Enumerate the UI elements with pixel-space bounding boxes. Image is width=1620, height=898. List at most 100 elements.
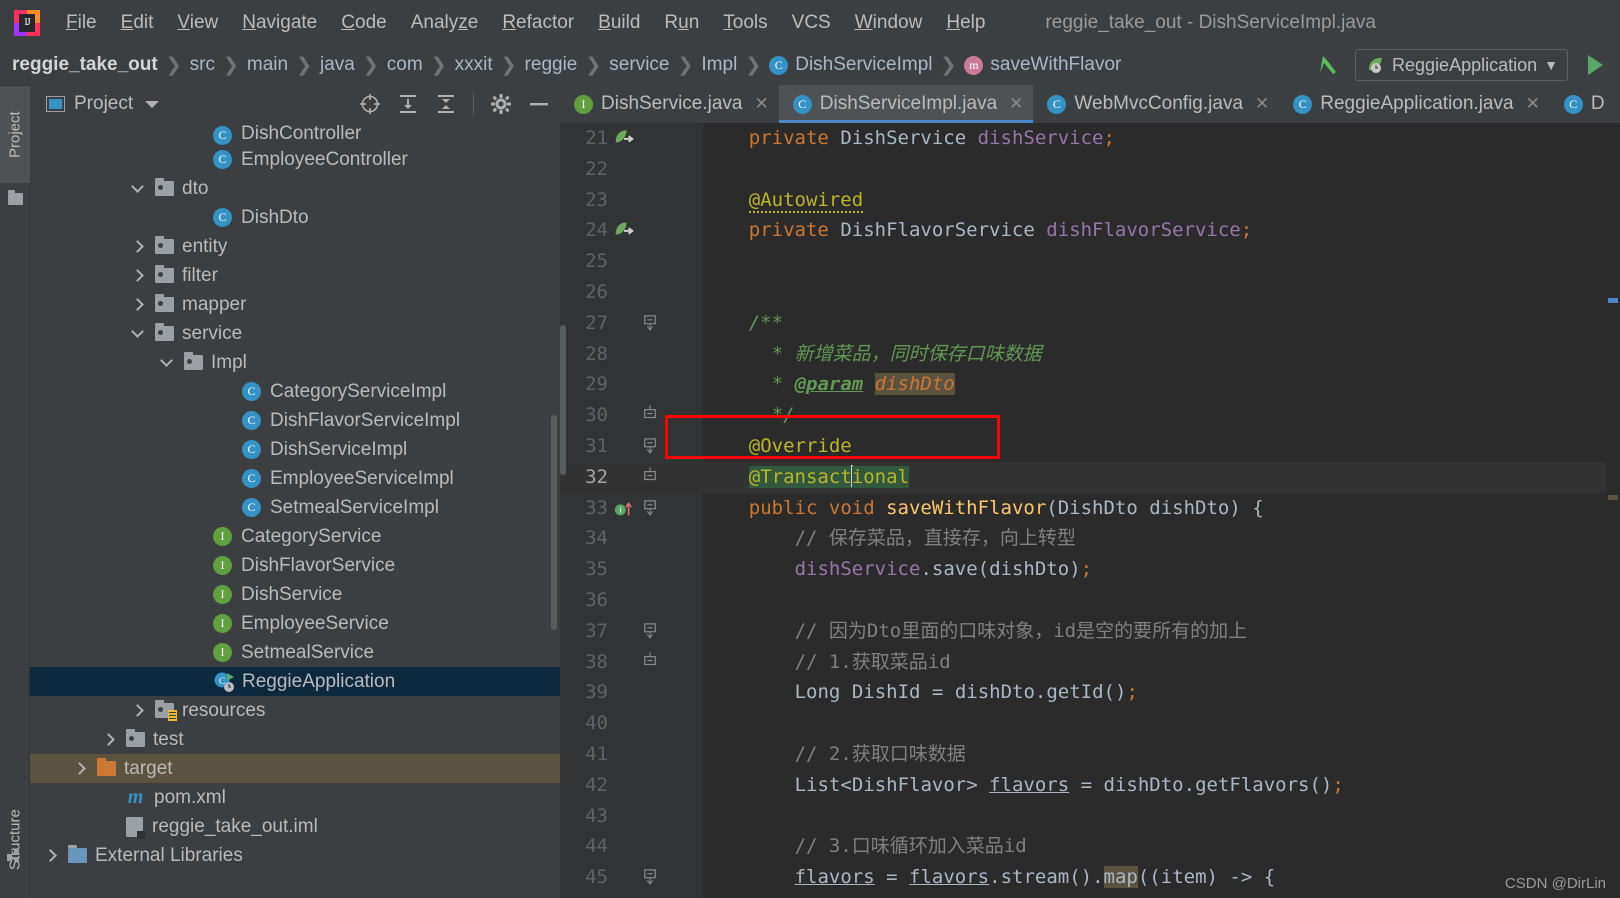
spring-bean-icon[interactable] [612,215,636,246]
tree-item-dishflavorservice[interactable]: I DishFlavorService [30,551,560,580]
tree-item-resources[interactable]: resources [30,696,560,725]
tree-item-setmealservice[interactable]: I SetmealService [30,638,560,667]
breadcrumb-item-reggie[interactable]: reggie [525,54,578,76]
code-line[interactable]: 35 dishService.save(dishDto); [560,554,1620,585]
tree-item-dishflavorserviceimpl[interactable]: C DishFlavorServiceImpl [30,406,560,435]
breadcrumb-root[interactable]: reggie_take_out [12,54,158,76]
tree-item-dto[interactable]: dto [30,174,560,203]
code-line[interactable]: 31 @Override [560,431,1620,462]
code-editor[interactable]: 21 private DishService dishService; 22 23 @A… [560,123,1620,898]
close-icon[interactable]: ✕ [1255,94,1269,114]
editor-tab-d[interactable]: CD [1550,85,1615,123]
breadcrumb-item-java[interactable]: java [320,54,355,76]
menu-code[interactable]: Code [329,9,398,37]
toolwindow-button-structure[interactable]: Structure [0,785,30,895]
code-line[interactable]: 40 [560,708,1620,739]
code-line[interactable]: 24 private DishFlavorService dishFlavorSe… [560,215,1620,246]
tree-item-service[interactable]: service [30,319,560,348]
project-tree-scrollbar[interactable] [551,415,557,630]
breadcrumb-item-impl[interactable]: Impl [701,54,737,76]
tree-item-categoryservice[interactable]: I CategoryService [30,522,560,551]
menu-refactor[interactable]: Refactor [490,9,586,37]
chevron-right-icon[interactable] [131,240,145,254]
chevron-down-icon[interactable] [145,100,160,108]
fold-end-icon[interactable] [640,647,660,678]
code-line[interactable]: 25 [560,246,1620,277]
code-line[interactable]: 26 [560,277,1620,308]
editor-tab-reggieapplication-java[interactable]: C ReggieApplication.java ✕ [1279,85,1550,123]
menu-analyze[interactable]: Analyze [399,9,491,37]
breadcrumb-item-com[interactable]: com [387,54,423,76]
breadcrumb-item-main[interactable]: main [247,54,288,76]
expand-all-icon[interactable] [397,93,419,115]
code-line[interactable]: 30 */ [560,400,1620,431]
code-line[interactable]: 22 [560,154,1620,185]
collapse-all-icon[interactable] [435,93,457,115]
breadcrumb-item-src[interactable]: src [190,54,215,76]
fold-start-icon[interactable] [640,431,660,462]
tree-item-mapper[interactable]: mapper [30,290,560,319]
build-hammer-icon[interactable] [1313,50,1343,80]
code-line[interactable]: 32 @Transactional [560,461,1620,493]
code-line[interactable]: 28 * 新增菜品，同时保存口味数据 [560,339,1620,370]
code-line[interactable]: 23 @Autowired [560,185,1620,216]
chevron-down-icon[interactable] [160,356,174,370]
tree-item-dishcontroller[interactable]: C DishController [30,123,560,145]
fold-start-icon[interactable] [640,862,660,893]
menu-window[interactable]: Window [843,9,935,37]
tree-item-categoryserviceimpl[interactable]: C CategoryServiceImpl [30,377,560,406]
tree-item-dishservice[interactable]: I DishService [30,580,560,609]
tree-item-target[interactable]: target [30,754,560,783]
tree-item-employeecontroller[interactable]: C EmployeeController [30,145,560,174]
menu-navigate[interactable]: Navigate [230,9,329,37]
fold-end-icon[interactable] [640,400,660,431]
breadcrumb-item-xxxit[interactable]: xxxit [455,54,493,76]
tree-item-impl[interactable]: Impl [30,348,560,377]
chevron-right-icon[interactable] [131,704,145,718]
chevron-right-icon[interactable] [44,849,58,863]
code-line[interactable]: 37 // 因为Dto里面的口味对象，id是空的要所有的加上 [560,616,1620,647]
chevron-right-icon[interactable] [102,733,116,747]
chevron-down-icon[interactable] [131,182,145,196]
code-line[interactable]: 36 [560,585,1620,616]
code-line[interactable]: 29 * @param dishDto [560,369,1620,400]
tree-item-dishdto[interactable]: C DishDto [30,203,560,232]
menu-build[interactable]: Build [586,9,652,37]
chevron-down-icon[interactable]: ▼ [1544,57,1558,73]
code-line[interactable]: 42 List<DishFlavor> flavors = dishDto.get… [560,770,1620,801]
menu-view[interactable]: View [165,9,230,37]
tree-item-employeeserviceimpl[interactable]: C EmployeeServiceImpl [30,464,560,493]
chevron-right-icon[interactable] [131,269,145,283]
run-configuration-selector[interactable]: ReggieApplication ▼ [1355,49,1568,81]
code-line[interactable]: 34 // 保存菜品，直接存，向上转型 [560,523,1620,554]
toolwindow-button-project[interactable]: Project [0,85,30,183]
spring-bean-icon[interactable] [612,123,636,154]
breadcrumb-item-savewithflavor[interactable]: m saveWithFlavor [964,54,1121,76]
tree-item-setmealserviceimpl[interactable]: C SetmealServiceImpl [30,493,560,522]
chevron-down-icon[interactable] [131,327,145,341]
menu-tools[interactable]: Tools [711,9,779,37]
tree-item-entity[interactable]: entity [30,232,560,261]
chevron-right-icon[interactable] [73,762,87,776]
code-line[interactable]: 41 // 2.获取口味数据 [560,739,1620,770]
menu-help[interactable]: Help [934,9,997,37]
override-impl-icon[interactable]: I [612,493,636,524]
fold-start-icon[interactable] [640,308,660,339]
editor-vertical-scrollbar[interactable] [560,325,566,475]
tree-item-dishserviceimpl[interactable]: C DishServiceImpl [30,435,560,464]
fold-end-icon[interactable] [640,462,660,493]
fold-start-icon[interactable] [640,493,660,524]
editor-marker-bar[interactable] [1606,123,1620,898]
editor-tab-dishservice-java[interactable]: I DishService.java ✕ [560,85,779,123]
gear-icon[interactable] [490,93,512,115]
tree-item-filter[interactable]: filter [30,261,560,290]
menu-vcs[interactable]: VCS [780,9,843,37]
fold-start-icon[interactable] [640,616,660,647]
tree-item-reggieapplication[interactable]: C ReggieApplication [30,667,560,696]
close-icon[interactable]: ✕ [755,94,769,114]
locate-icon[interactable] [359,93,381,115]
close-icon[interactable]: ✕ [1526,94,1540,114]
close-icon[interactable]: ✕ [1009,94,1023,114]
code-line[interactable]: 44 // 3.口味循环加入菜品id [560,831,1620,862]
run-play-icon[interactable] [1578,49,1610,81]
